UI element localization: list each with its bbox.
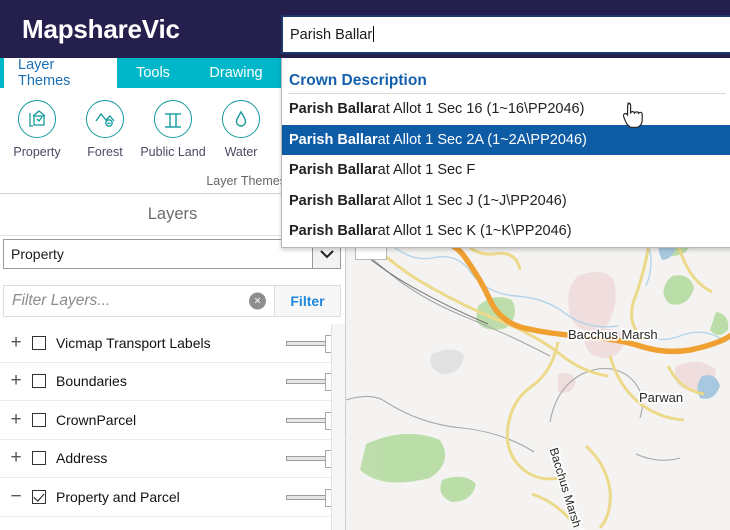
tab-drawing[interactable]: Drawing (189, 58, 283, 88)
application-window: MapshareVic Parish Ballar Layer Themes T… (0, 0, 730, 530)
table-row[interactable]: + Address (0, 440, 346, 478)
public-land-icon (154, 100, 192, 138)
water-drop-icon (222, 100, 260, 138)
match-text: Parish Ballar (289, 131, 378, 148)
rest-text: at Allot 1 Sec K (1~K\PP2046) (377, 223, 572, 240)
search-input[interactable]: Parish Ballar (281, 15, 730, 54)
ribbon-label-property: Property (13, 145, 61, 159)
dropdown-group-header: Crown Description (289, 72, 427, 89)
rest-text: at Allot 1 Sec 16 (1~16\PP2046) (377, 101, 585, 118)
layer-visibility-checkbox[interactable] (32, 451, 46, 466)
ribbon-label-public-land: Public Land (140, 145, 206, 159)
layer-list: + Vicmap Transport Labels + Boundaries +… (0, 324, 346, 530)
layer-theme-selected-value: Property (11, 246, 64, 262)
layer-name: CrownParcel (56, 411, 137, 428)
rest-text: at Allot 1 Sec 2A (1~2A\PP2046) (377, 131, 587, 148)
rest-text: at Allot 1 Sec J (1~J\PP2046) (377, 192, 567, 209)
layer-opacity-slider[interactable] (286, 334, 336, 353)
table-row-partial[interactable] (0, 517, 346, 530)
filter-button[interactable]: Filter (275, 285, 341, 317)
layer-filter-row: Filter Layers... × Filter (3, 285, 341, 317)
layer-visibility-checkbox[interactable] (32, 335, 46, 350)
table-row[interactable]: + Boundaries (0, 363, 346, 401)
layer-name: Boundaries (56, 373, 127, 390)
app-brand-title: MapshareVic (22, 14, 180, 44)
expand-toggle-icon[interactable]: − (0, 486, 32, 508)
table-row[interactable]: − Property and Parcel (0, 478, 346, 517)
expand-toggle-icon[interactable]: + (0, 370, 32, 392)
filter-layers-input[interactable]: Filter Layers... × (3, 285, 275, 317)
ribbon-item-water[interactable]: Water (207, 88, 275, 159)
list-item[interactable]: Parish Ballar at Allot 1 Sec K (1~K\PP204… (282, 216, 730, 247)
layer-name: Property and Parcel (56, 488, 180, 505)
layer-name: Vicmap Transport Labels (56, 334, 211, 351)
ribbon-group-label: Layer Themes (206, 174, 286, 188)
expand-toggle-icon[interactable]: + (0, 447, 32, 469)
table-row[interactable]: + CrownParcel (0, 401, 346, 440)
layer-visibility-checkbox[interactable] (32, 412, 46, 427)
ribbon-item-forest[interactable]: Forest (71, 88, 139, 159)
match-text: Parish Ballar (289, 101, 378, 118)
ribbon-item-property[interactable]: Property (3, 88, 71, 159)
ribbon-item-public-land[interactable]: Public Land (139, 88, 207, 159)
list-item[interactable]: Parish Ballar at Allot 1 Sec F (282, 155, 730, 186)
property-icon (18, 100, 56, 138)
list-item[interactable]: Parish Ballar at Allot 1 Sec J (1~J\PP204… (282, 186, 730, 217)
expand-toggle-icon[interactable]: + (0, 332, 32, 354)
table-row[interactable]: + Vicmap Transport Labels (0, 324, 346, 363)
list-item[interactable]: Parish Ballar at Allot 1 Sec 2A (1~2A\PP2… (282, 124, 730, 155)
rest-text: at Allot 1 Sec F (377, 162, 476, 179)
match-text: Parish Ballar (289, 192, 378, 209)
layer-visibility-checkbox[interactable] (32, 374, 46, 389)
layer-list-scrollbar[interactable] (331, 324, 345, 530)
tab-layer-themes[interactable]: Layer Themes (4, 57, 117, 89)
filter-layers-placeholder: Filter Layers... (12, 292, 111, 309)
forest-icon (86, 100, 124, 138)
layer-opacity-slider[interactable] (286, 450, 336, 469)
expand-toggle-icon[interactable]: + (0, 409, 32, 431)
ribbon-label-forest: Forest (87, 145, 123, 159)
layer-opacity-slider[interactable] (286, 488, 336, 507)
autocomplete-dropdown: Crown Description Parish Ballar at Allot … (281, 58, 730, 248)
layer-name: Address (56, 450, 108, 467)
layer-opacity-slider[interactable] (286, 373, 336, 392)
ribbon-label-water: Water (224, 145, 258, 159)
search-input-text: Parish Ballar (290, 26, 375, 43)
tab-tools[interactable]: Tools (121, 58, 185, 88)
clear-icon[interactable]: × (249, 292, 266, 310)
text-caret (373, 26, 375, 42)
match-text: Parish Ballar (289, 223, 378, 240)
layer-opacity-slider[interactable] (286, 411, 336, 430)
layer-visibility-checkbox[interactable] (32, 489, 46, 504)
list-item[interactable]: Parish Ballar at Allot 1 Sec 16 (1~16\PP2… (282, 94, 730, 125)
match-text: Parish Ballar (289, 162, 378, 179)
